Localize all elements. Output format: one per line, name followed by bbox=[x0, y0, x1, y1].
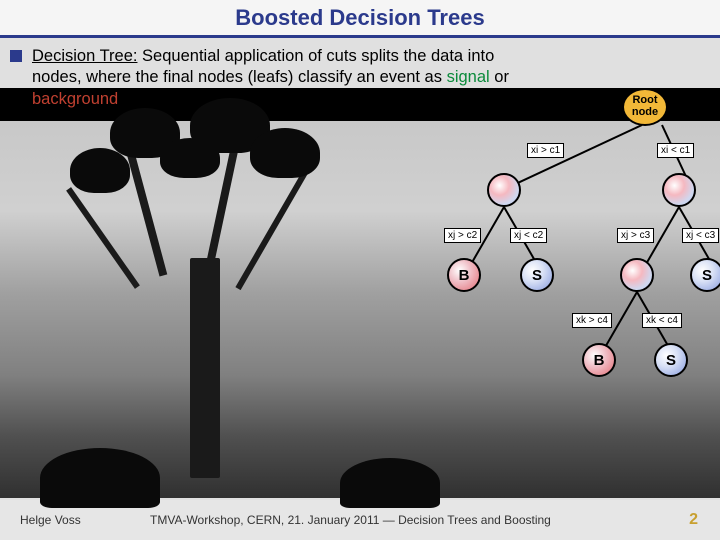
edge-label: xk > c4 bbox=[572, 313, 612, 328]
background-word: background bbox=[32, 90, 118, 108]
bullet-item: Decision Tree: Sequential application of… bbox=[10, 46, 530, 110]
edge-label: xj > c2 bbox=[444, 228, 481, 243]
decision-tree-diagram: Root node xi > c1 xi < c1 xj > c2 xj < c… bbox=[432, 88, 712, 428]
bullet-text: Decision Tree: Sequential application of… bbox=[32, 46, 530, 110]
edge-label: xk < c4 bbox=[642, 313, 682, 328]
footer-author: Helge Voss bbox=[20, 513, 81, 527]
title-bar: Boosted Decision Trees bbox=[0, 0, 720, 38]
slide-body: Decision Tree: Sequential application of… bbox=[0, 38, 720, 500]
page-number: 2 bbox=[689, 511, 698, 529]
footer-center: TMVA-Workshop, CERN, 21. January 2011 ― … bbox=[150, 513, 551, 527]
leaf-node-s: S bbox=[520, 258, 554, 292]
bullet-lead: Decision Tree: bbox=[32, 47, 137, 65]
joshua-tree-silhouette bbox=[40, 98, 390, 478]
internal-node bbox=[662, 173, 696, 207]
edge-label: xi > c1 bbox=[527, 143, 564, 158]
edge-label: xi < c1 bbox=[657, 143, 694, 158]
internal-node bbox=[487, 173, 521, 207]
leaf-node-s: S bbox=[690, 258, 720, 292]
internal-node bbox=[620, 258, 654, 292]
bullet-square-icon bbox=[10, 50, 22, 62]
root-node: Root node bbox=[622, 88, 668, 126]
edge-label: xj < c3 bbox=[682, 228, 719, 243]
leaf-node-b: B bbox=[447, 258, 481, 292]
edge-label: xj > c3 bbox=[617, 228, 654, 243]
signal-word: signal bbox=[447, 68, 490, 86]
bullet-or: or bbox=[490, 68, 509, 86]
slide-title: Boosted Decision Trees bbox=[235, 5, 484, 31]
edge-label: xj < c2 bbox=[510, 228, 547, 243]
leaf-node-b: B bbox=[582, 343, 616, 377]
leaf-node-s: S bbox=[654, 343, 688, 377]
slide: Boosted Decision Trees Decision Tree: Se… bbox=[0, 0, 720, 540]
